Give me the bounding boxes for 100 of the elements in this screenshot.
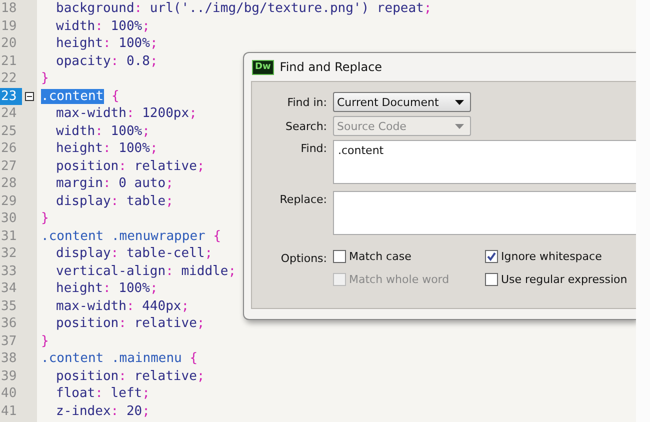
property-name: opacity [56, 54, 111, 68]
line-number: 39 [0, 368, 18, 385]
colon: : [102, 176, 111, 191]
semicolon: ; [424, 1, 432, 16]
field-label: Find in: [286, 96, 328, 108]
property-value: relative [133, 316, 197, 331]
property-value: 1200px [141, 106, 190, 121]
semicolon: ; [166, 176, 174, 191]
property-value: relative [133, 368, 197, 384]
property-value: 100% [118, 36, 150, 51]
line-number: 24 [0, 105, 18, 122]
property-value: table-cell [125, 246, 205, 261]
colon: : [118, 158, 126, 174]
property-value: left [110, 386, 142, 401]
line-number: 37 [0, 332, 18, 350]
property-name: position [56, 316, 119, 331]
line-number: 29 [0, 192, 18, 210]
semicolon: ; [142, 404, 150, 418]
brace: } [41, 334, 49, 348]
property-name: height [56, 141, 103, 156]
semicolon: ; [196, 158, 205, 174]
property-value: 20 [125, 404, 142, 418]
checkbox-box[interactable] [485, 273, 498, 286]
colon: : [102, 141, 111, 156]
semicolon: ; [204, 246, 213, 261]
property-value: 100% [118, 141, 150, 156]
find-in-dropdown[interactable]: Current Document [333, 92, 471, 112]
colon: : [126, 298, 134, 314]
semicolon: ; [142, 18, 150, 34]
colon: : [110, 404, 119, 418]
replace-field[interactable] [333, 191, 636, 235]
brace: { [212, 228, 222, 244]
property-name: display [56, 246, 111, 261]
colon: : [118, 368, 126, 384]
colon: : [95, 124, 103, 138]
checkbox[interactable]: Ignore whitespace [485, 250, 628, 263]
property-name: width [56, 18, 96, 34]
property-name: float [56, 386, 96, 401]
semicolon: ; [196, 316, 205, 331]
property-value: 100% [110, 18, 142, 34]
property-value: 0.8 [125, 54, 150, 68]
line-number: 21 [0, 52, 18, 70]
line-number: 34 [0, 280, 18, 298]
caret-icon [455, 100, 464, 104]
semicolon: ; [142, 386, 150, 401]
line-number: 38 [0, 350, 18, 368]
line-number: 18 [0, 0, 18, 18]
colon: : [126, 106, 134, 121]
checkbox[interactable]: Match case [333, 250, 485, 263]
semicolon: ; [196, 368, 205, 384]
line-number: 23 [0, 88, 22, 105]
field-label: Options: [280, 251, 328, 265]
property-name: position [56, 158, 119, 174]
colon: : [118, 316, 126, 331]
semicolon: ; [181, 298, 190, 314]
collapse-icon[interactable] [25, 92, 34, 101]
colon: : [95, 386, 103, 401]
brace: { [110, 88, 120, 104]
property-value: 100% [118, 281, 150, 296]
checkbox-box[interactable] [333, 250, 346, 263]
line-number: 30 [0, 210, 18, 228]
semicolon: ; [150, 141, 158, 156]
property-value: url('../img/bg/texture.png') repeat [148, 1, 424, 16]
property-name: height [56, 36, 103, 51]
colon: : [110, 194, 119, 208]
checkbox-box[interactable] [485, 250, 498, 263]
semicolon: ; [189, 106, 197, 121]
colon: : [134, 1, 142, 16]
brace: } [41, 71, 49, 86]
selector: .content .menuwrapper [41, 228, 206, 244]
line-number: 33 [0, 262, 18, 280]
colon: : [110, 246, 119, 261]
field-label: Search: [284, 120, 328, 132]
caret-icon [455, 124, 464, 128]
colon: : [110, 54, 119, 68]
property-name: display [56, 194, 111, 208]
property-name: background [56, 1, 134, 16]
line-number: 26 [0, 140, 18, 158]
property-value: 100% [110, 124, 142, 138]
property-name: z-index [56, 404, 111, 418]
property-name: max-width [56, 106, 126, 121]
semicolon: ; [142, 124, 150, 138]
line-number: 31 [0, 228, 18, 245]
property-value: middle [180, 264, 228, 278]
property-name: max-width [56, 298, 126, 314]
line-number: 22 [0, 70, 18, 88]
property-value: table [125, 194, 166, 208]
line-number: 41 [0, 402, 18, 420]
line-number: 28 [0, 175, 18, 192]
colon: : [102, 281, 111, 296]
find-field[interactable]: .content [333, 140, 636, 184]
colon: : [102, 36, 111, 51]
dialog-title: Find and Replace [280, 60, 382, 74]
property-value: 440px [141, 298, 182, 314]
semicolon: ; [150, 36, 158, 51]
property-value: 0 auto [118, 176, 166, 191]
checkbox[interactable]: Use regular expression [485, 273, 628, 286]
property-name: width [56, 124, 96, 138]
property-name: margin [56, 176, 103, 191]
line-number: 36 [0, 315, 18, 332]
